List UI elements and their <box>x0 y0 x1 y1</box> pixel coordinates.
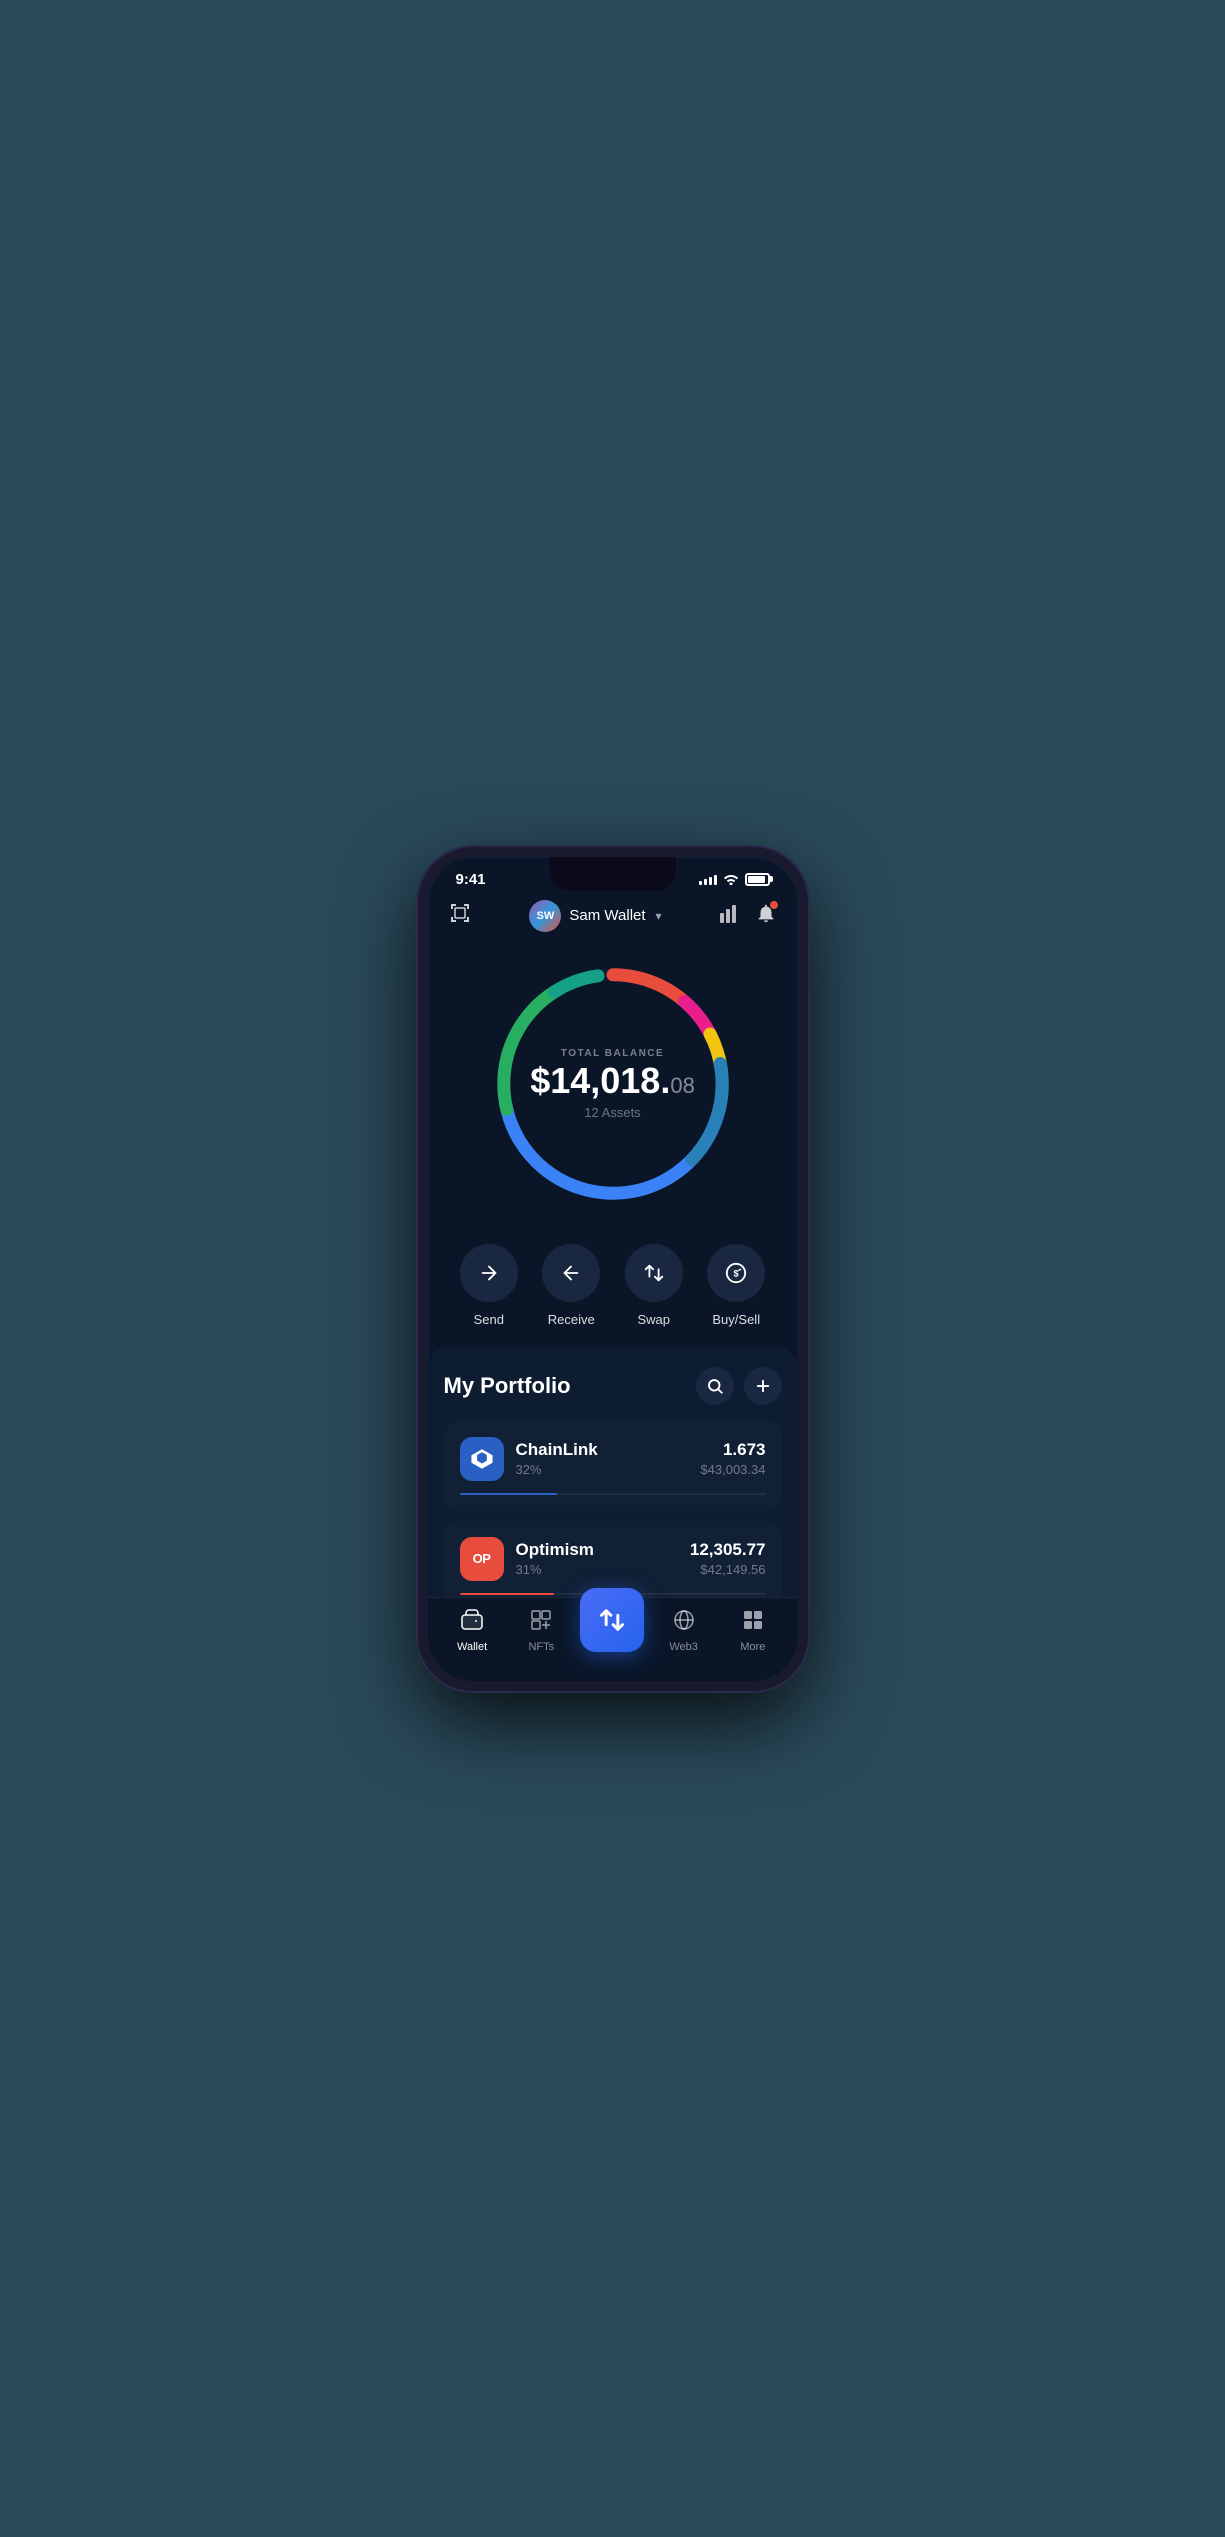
swap-label: Swap <box>637 1312 670 1327</box>
send-action[interactable]: Send <box>460 1244 518 1327</box>
nav-center-button[interactable] <box>580 1588 644 1652</box>
portfolio-header: My Portfolio <box>444 1367 782 1405</box>
wallet-nav-label: Wallet <box>457 1641 487 1653</box>
portfolio-actions <box>696 1367 782 1405</box>
nav-wallet[interactable]: Wallet <box>442 1608 502 1653</box>
more-icon <box>741 1608 765 1637</box>
send-label: Send <box>474 1312 504 1327</box>
search-button[interactable] <box>696 1367 734 1405</box>
optimism-icon: OP <box>460 1537 504 1581</box>
header-right <box>719 902 777 929</box>
more-nav-label: More <box>740 1641 765 1653</box>
chainlink-progress <box>460 1493 766 1495</box>
optimism-pct: 31% <box>516 1562 594 1577</box>
chart-icon[interactable] <box>719 903 741 929</box>
portfolio-title: My Portfolio <box>444 1373 571 1399</box>
nav-more[interactable]: More <box>723 1608 783 1653</box>
nfts-icon <box>529 1608 553 1637</box>
buysell-button[interactable]: $ <box>707 1244 765 1302</box>
battery-icon <box>745 873 770 886</box>
signal-icon <box>699 873 717 885</box>
header: SW Sam Wallet ▾ <box>428 892 798 944</box>
nav-nfts[interactable]: NFTs <box>511 1608 571 1653</box>
optimism-amount: 12,305.77 <box>690 1540 766 1560</box>
web3-nav-label: Web3 <box>669 1641 698 1653</box>
balance-center: TOTAL BALANCE $14,018.08 12 Assets <box>530 1048 695 1120</box>
receive-label: Receive <box>548 1312 595 1327</box>
balance-assets: 12 Assets <box>530 1105 695 1120</box>
balance-section: TOTAL BALANCE $14,018.08 12 Assets <box>428 944 798 1234</box>
actions-row: Send Receive Swap $ <box>428 1234 798 1347</box>
balance-label: TOTAL BALANCE <box>530 1048 695 1059</box>
wallet-icon <box>460 1608 484 1637</box>
optimism-value: $42,149.56 <box>690 1562 766 1577</box>
add-asset-button[interactable] <box>744 1367 782 1405</box>
user-name: Sam Wallet <box>569 907 645 924</box>
chevron-down-icon: ▾ <box>656 909 662 923</box>
bell-icon-wrap[interactable] <box>755 902 777 929</box>
bottom-nav: Wallet NFTs <box>428 1597 798 1681</box>
buysell-label: Buy/Sell <box>712 1312 760 1327</box>
web3-icon <box>672 1608 696 1637</box>
chainlink-pct: 32% <box>516 1462 598 1477</box>
receive-button[interactable] <box>542 1244 600 1302</box>
user-info[interactable]: SW Sam Wallet ▾ <box>529 900 661 932</box>
swap-action[interactable]: Swap <box>625 1244 683 1327</box>
swap-button[interactable] <box>625 1244 683 1302</box>
nav-web3[interactable]: Web3 <box>654 1608 714 1653</box>
receive-action[interactable]: Receive <box>542 1244 600 1327</box>
chainlink-name: ChainLink <box>516 1440 598 1460</box>
status-time: 9:41 <box>456 871 486 888</box>
scan-icon[interactable] <box>448 901 472 931</box>
wifi-icon <box>723 873 739 885</box>
chainlink-icon <box>460 1437 504 1481</box>
asset-card-chainlink[interactable]: ChainLink 32% 1.673 $43,003.34 <box>444 1421 782 1511</box>
notification-badge <box>769 900 779 910</box>
avatar: SW <box>529 900 561 932</box>
chainlink-amount: 1.673 <box>700 1440 765 1460</box>
buysell-action[interactable]: $ Buy/Sell <box>707 1244 765 1327</box>
phone-frame: 9:41 SW S <box>418 847 808 1691</box>
chainlink-value: $43,003.34 <box>700 1462 765 1477</box>
donut-chart: TOTAL BALANCE $14,018.08 12 Assets <box>483 954 743 1214</box>
balance-amount: $14,018.08 <box>530 1063 695 1099</box>
send-button[interactable] <box>460 1244 518 1302</box>
status-icons <box>699 873 770 886</box>
notch <box>550 857 676 891</box>
svg-text:$: $ <box>734 1268 739 1278</box>
optimism-name: Optimism <box>516 1540 594 1560</box>
nfts-nav-label: NFTs <box>528 1641 554 1653</box>
